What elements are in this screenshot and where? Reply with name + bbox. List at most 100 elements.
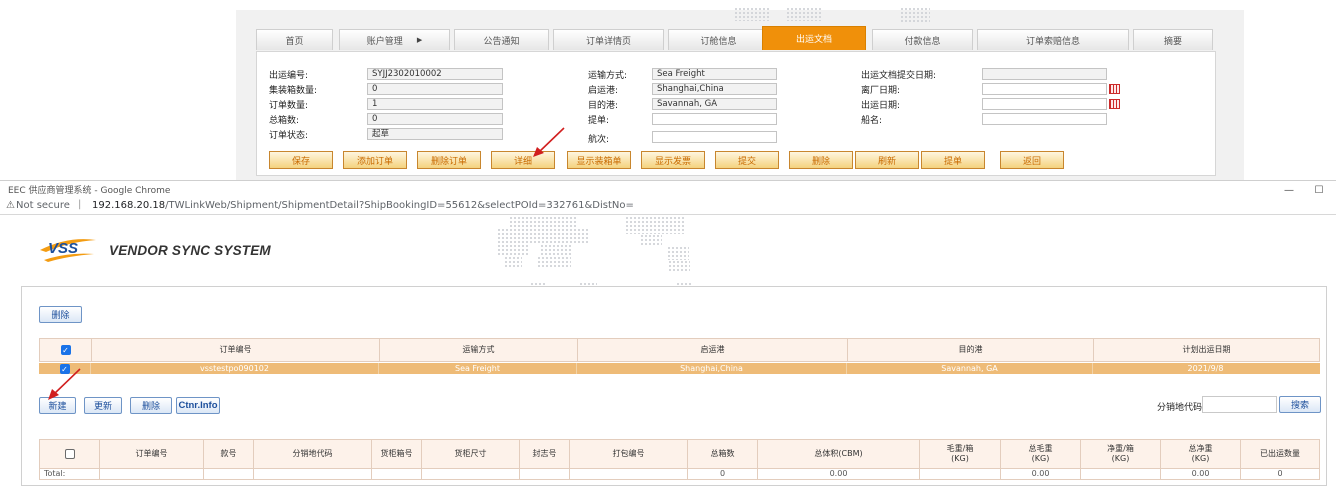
cell-transport: Sea Freight: [379, 363, 577, 374]
col-total-cbm: 总体积(CBM): [758, 440, 920, 468]
label-voyage: 航次:: [588, 135, 610, 145]
label-order-status: 订单状态:: [269, 131, 309, 141]
delete-shipment-button[interactable]: 删除: [39, 306, 82, 323]
show-invoice-button[interactable]: 显示发票: [641, 151, 705, 169]
tab-claim-info[interactable]: 订单索赔信息: [977, 29, 1129, 50]
col-destination: 目的港: [848, 339, 1094, 361]
col-pack-no: 打包编号: [570, 440, 688, 468]
url-host: 192.168.20.18: [92, 200, 166, 211]
ctnr-info-button[interactable]: Ctnr.Info: [176, 397, 220, 414]
watermark-dots: [640, 234, 662, 246]
calendar-icon[interactable]: [1109, 99, 1120, 109]
tab-notice[interactable]: 公告通知: [454, 29, 549, 50]
minimize-icon[interactable]: —: [1278, 182, 1300, 198]
remove-order-button[interactable]: 删除订单: [417, 151, 481, 169]
header-checkbox-cell: ✓: [40, 339, 92, 361]
order-status-field[interactable]: 起草: [367, 128, 503, 140]
tab-payment-info[interactable]: 付款信息: [872, 29, 973, 50]
col-container-no: 货柜箱号: [372, 440, 422, 468]
warning-icon[interactable]: ⚠: [6, 200, 15, 211]
label-ship-date: 出运日期:: [861, 101, 901, 111]
delete-button[interactable]: 删除: [789, 151, 853, 169]
destination-port-field[interactable]: Savannah, GA: [652, 98, 777, 110]
total-empty: [520, 469, 570, 479]
refresh-button[interactable]: 刷新: [855, 151, 919, 169]
col-order-no: 订单编号: [92, 339, 380, 361]
total-cartons-field[interactable]: 0: [367, 113, 503, 125]
carton-grid-header: 订单编号 款号 分销地代码 货柜箱号 货柜尺寸 封志号 打包编号 总箱数 总体积…: [39, 439, 1320, 469]
carton-select-all-checkbox[interactable]: [64, 449, 75, 459]
app-name: VENDOR SYNC SYSTEM: [109, 243, 271, 258]
tab-order-detail[interactable]: 订单详情页: [553, 29, 664, 50]
dist-code-input[interactable]: [1202, 396, 1277, 413]
watermark-dots: [625, 216, 685, 234]
address-separator: |: [78, 199, 82, 210]
tab-summary[interactable]: 摘要: [1133, 29, 1213, 50]
maximize-icon[interactable]: ☐: [1308, 182, 1330, 198]
cell-origin: Shanghai,China: [577, 363, 847, 374]
container-count-field[interactable]: 0: [367, 83, 503, 95]
label-destination-port: 目的港:: [588, 101, 619, 111]
watermark-dots: [509, 216, 577, 228]
select-all-checkbox[interactable]: ✓: [60, 345, 71, 355]
col-container-size: 货柜尺寸: [422, 440, 520, 468]
delete-row-button[interactable]: 删除: [130, 397, 172, 414]
search-button[interactable]: 搜索: [1279, 396, 1321, 413]
update-button[interactable]: 更新: [84, 397, 122, 414]
vessel-name-field[interactable]: [982, 113, 1107, 125]
transport-field[interactable]: Sea Freight: [652, 68, 777, 80]
watermark-dots: [497, 244, 529, 256]
col-net-per-carton: 净重/箱 (KG): [1081, 440, 1161, 468]
browser-title-bar: EEC 供应商管理系统 - Google Chrome — ☐: [0, 180, 1336, 198]
bill-of-lading-field[interactable]: [652, 113, 777, 125]
total-cbm: 0.00: [758, 469, 920, 479]
total-net: 0.00: [1161, 469, 1241, 479]
return-button[interactable]: 返回: [1000, 151, 1064, 169]
url-path: /TWLinkWeb/Shipment/ShipmentDetail?ShipB…: [165, 200, 634, 211]
shipment-no-field[interactable]: SYJJ2302010002: [367, 68, 503, 80]
total-empty: [254, 469, 372, 479]
total-cartons: 0: [688, 469, 758, 479]
total-empty: [372, 469, 422, 479]
col-style-no: 款号: [204, 440, 254, 468]
label-total-cartons: 总箱数:: [269, 116, 300, 126]
main-panel: 删除 ✓ 订单编号 运输方式 启运港 目的港 计划出运日期 ✓ vsstestp…: [21, 286, 1327, 486]
col-transport: 运输方式: [380, 339, 578, 361]
total-empty: [100, 469, 204, 479]
tab-shipping-docs[interactable]: 出运文档: [762, 26, 866, 50]
label-order-count: 订单数量:: [269, 101, 309, 111]
tab-home[interactable]: 首页: [256, 29, 333, 50]
cell-order-no: vsstestpo090102: [91, 363, 379, 374]
row-checkbox[interactable]: ✓: [59, 363, 70, 374]
watermark-dots: [667, 246, 689, 260]
doc-submit-date-field[interactable]: [982, 68, 1107, 80]
not-secure-label[interactable]: Not secure: [16, 200, 70, 211]
window-title: EEC 供应商管理系统 - Google Chrome: [8, 186, 171, 196]
order-count-field[interactable]: 1: [367, 98, 503, 110]
watermark-dots: [734, 7, 770, 21]
col-order-no: 订单编号: [100, 440, 204, 468]
show-packing-list-button[interactable]: 显示装箱单: [567, 151, 631, 169]
origin-port-field[interactable]: Shanghai,China: [652, 83, 777, 95]
tab-account[interactable]: 账户管理 ▶: [339, 29, 450, 50]
address-bar[interactable]: ⚠ Not secure | 192.168.20.18/TWLinkWeb/S…: [0, 199, 1336, 215]
bill-button[interactable]: 提单: [921, 151, 985, 169]
calendar-icon[interactable]: [1109, 84, 1120, 94]
total-empty: [1081, 469, 1161, 479]
url-text[interactable]: 192.168.20.18/TWLinkWeb/Shipment/Shipmen…: [92, 200, 634, 211]
detail-button[interactable]: 详细: [491, 151, 555, 169]
watermark-dots: [504, 256, 522, 268]
new-button[interactable]: 新建: [39, 397, 76, 414]
label-leave-factory-date: 离厂日期:: [861, 86, 901, 96]
submit-button[interactable]: 提交: [715, 151, 779, 169]
add-order-button[interactable]: 添加订单: [343, 151, 407, 169]
total-empty: [570, 469, 688, 479]
save-button[interactable]: 保存: [269, 151, 333, 169]
voyage-field[interactable]: [652, 131, 777, 143]
col-origin: 启运港: [578, 339, 848, 361]
ship-date-field[interactable]: [982, 98, 1107, 110]
tab-booking-info[interactable]: 订舱信息: [668, 29, 769, 50]
watermark-dots: [900, 7, 930, 23]
leave-factory-date-field[interactable]: [982, 83, 1107, 95]
table-row[interactable]: ✓ vsstestpo090102 Sea Freight Shanghai,C…: [39, 363, 1320, 374]
